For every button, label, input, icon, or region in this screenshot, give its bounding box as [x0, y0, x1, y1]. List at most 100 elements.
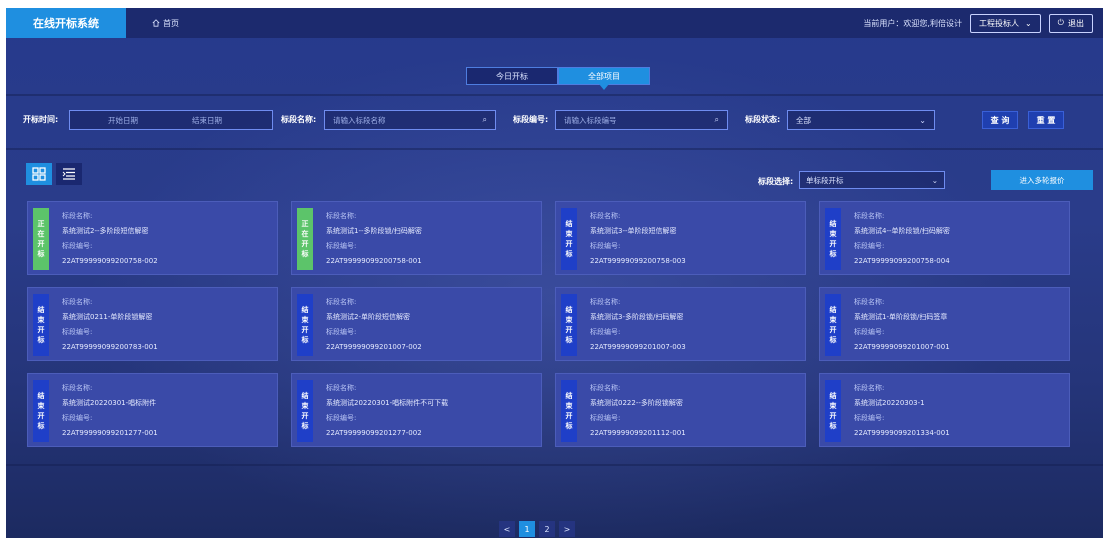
section-card[interactable]: 结 束 开 标 标段名称: 系统测试1-单阶段锁/扫码签章 标段编号: 22AT9999… [819, 287, 1070, 361]
end-date-field[interactable]: 结束日期 [192, 115, 222, 126]
view-toggle [26, 163, 82, 185]
section-name-label: 标段名称: [590, 384, 621, 392]
section-code-label: 标段编号: [590, 414, 621, 422]
section-name-value: 系统测试20220301-唱标附件不可下载 [326, 399, 449, 407]
current-user-text: 当前用户：欢迎您,利倍设计 [863, 18, 962, 28]
reset-button[interactable]: 重 置 [1028, 111, 1064, 129]
prev-page-button[interactable]: < [499, 521, 515, 537]
section-select-label: 标段选择: [758, 177, 794, 186]
section-card[interactable]: 结 束 开 标 标段名称: 系统测试3--单阶段短信解密 标段编号: 22AT99999… [555, 201, 806, 275]
section-code-label: 标段编号: [854, 328, 885, 336]
section-status-label: 标段状态: [745, 115, 781, 124]
section-code-value: 22AT99999099201334-001 [854, 429, 950, 437]
grid-view-button[interactable] [26, 163, 52, 185]
status-badge: 正 在 开 标 [297, 208, 313, 270]
chevron-down-icon: ⌄ [1024, 18, 1032, 28]
tab-today-opening[interactable]: 今日开标 [466, 67, 558, 85]
section-code-placeholder: 请输入标段编号 [564, 115, 617, 125]
section-code-label: 标段编号: [62, 414, 93, 422]
card-details: 标段名称: 系统测试1-单阶段锁/扫码签章 标段编号: 22AT99999099201… [854, 295, 950, 355]
section-mode-select[interactable]: 单标段开标 ⌄ [799, 171, 945, 189]
section-code-label: 标段编号: [62, 328, 93, 336]
query-button[interactable]: 查 询 [982, 111, 1018, 129]
section-card[interactable]: 正 在 开 标 标段名称: 系统测试2--多阶段短信解密 标段编号: 22AT99999… [27, 201, 278, 275]
section-name-value: 系统测试1-单阶段锁/扫码签章 [854, 313, 948, 321]
section-code-value: 22AT99999099201007-002 [326, 343, 422, 351]
search-icon[interactable]: ⌕ [483, 115, 487, 125]
list-icon [62, 168, 75, 180]
section-name-value: 系统测试0211-单阶段锁解密 [62, 313, 153, 321]
background-decor [6, 148, 1103, 150]
logout-button[interactable]: ⏻ 退出 [1048, 13, 1093, 33]
section-code-label: 标段编号: [326, 242, 357, 250]
search-icon[interactable]: ⌕ [715, 115, 719, 125]
section-name-label: 标段名称: [62, 384, 93, 392]
section-code-label: 标段编号: [590, 328, 621, 336]
section-name-label: 标段名称: [326, 298, 357, 306]
section-code-value: 22AT99999099201007-001 [854, 343, 950, 351]
status-badge: 结 束 开 标 [825, 294, 841, 356]
chevron-down-icon: ⌄ [919, 115, 926, 125]
tab-all-projects[interactable]: 全部项目 [558, 67, 650, 90]
enter-multi-round-quote-button[interactable]: 进入多轮报价 [991, 170, 1093, 190]
status-badge: 结 束 开 标 [561, 380, 577, 442]
section-name-label: 标段名称: [62, 212, 93, 220]
section-card[interactable]: 结 束 开 标 标段名称: 系统测试20220301-唱标附件 标段编号: 22AT99… [27, 373, 278, 447]
section-card[interactable]: 结 束 开 标 标段名称: 系统测试2-单阶段短信解密 标段编号: 22AT999990… [291, 287, 542, 361]
section-name-label: 标段名称: [326, 212, 357, 220]
background-decor [6, 464, 1103, 466]
home-icon [152, 19, 160, 27]
home-link[interactable]: 首页 [152, 18, 179, 29]
page-2-button[interactable]: 2 [539, 521, 555, 537]
section-name-input[interactable]: 请输入标段名称 ⌕ [324, 110, 496, 130]
section-mode-value: 单标段开标 [806, 175, 844, 185]
date-range-input[interactable]: 开始日期 结束日期 [69, 110, 273, 130]
card-details: 标段名称: 系统测试2-单阶段短信解密 标段编号: 22AT9999909920100… [326, 295, 422, 355]
section-code-label: 标段编号: [326, 328, 357, 336]
card-details: 标段名称: 系统测试20220303-1 标段编号: 22AT999990992013… [854, 381, 950, 441]
status-badge: 结 束 开 标 [297, 380, 313, 442]
next-page-button[interactable]: > [559, 521, 575, 537]
section-name-label: 标段名称: [62, 298, 93, 306]
card-details: 标段名称: 系统测试3--单阶段短信解密 标段编号: 22AT999990992007… [590, 209, 686, 269]
chevron-down-icon: ⌄ [931, 175, 938, 185]
status-badge: 结 束 开 标 [825, 380, 841, 442]
section-name-label: 标段名称: [854, 212, 885, 220]
section-name-value: 系统测试4--单阶段锁/扫码解密 [854, 227, 950, 235]
section-name-value: 系统测试20220301-唱标附件 [62, 399, 157, 407]
section-name-label: 标段名称: [590, 298, 621, 306]
role-label: 工程投标人 [978, 18, 1019, 28]
section-card[interactable]: 正 在 开 标 标段名称: 系统测试1--多阶段锁/扫码解密 标段编号: 22AT999… [291, 201, 542, 275]
status-badge: 结 束 开 标 [297, 294, 313, 356]
section-card[interactable]: 结 束 开 标 标段名称: 系统测试20220301-唱标附件不可下载 标段编号: 22… [291, 373, 542, 447]
card-details: 标段名称: 系统测试2--多阶段短信解密 标段编号: 22AT999990992007… [62, 209, 158, 269]
card-details: 标段名称: 系统测试3-多阶段锁/扫码解密 标段编号: 22AT99999099201… [590, 295, 686, 355]
logout-icon: ⏻ [1057, 18, 1064, 27]
section-name-value: 系统测试2--多阶段短信解密 [62, 227, 149, 235]
section-status-select[interactable]: 全部 ⌄ [787, 110, 935, 130]
section-card[interactable]: 结 束 开 标 标段名称: 系统测试20220303-1 标段编号: 22AT99999… [819, 373, 1070, 447]
start-date-field[interactable]: 开始日期 [108, 115, 138, 126]
status-badge: 结 束 开 标 [561, 208, 577, 270]
section-card[interactable]: 结 束 开 标 标段名称: 系统测试3-多阶段锁/扫码解密 标段编号: 22AT9999… [555, 287, 806, 361]
page-1-button[interactable]: 1 [519, 521, 535, 537]
section-card[interactable]: 结 束 开 标 标段名称: 系统测试0211-单阶段锁解密 标段编号: 22AT9999… [27, 287, 278, 361]
app-title: 在线开标系统 [6, 8, 126, 38]
list-view-button[interactable] [56, 163, 82, 185]
status-badge: 正 在 开 标 [33, 208, 49, 270]
pagination: < 1 2 > [499, 521, 575, 537]
section-name-value: 系统测试3-多阶段锁/扫码解密 [590, 313, 684, 321]
section-card[interactable]: 结 束 开 标 标段名称: 系统测试0222--多阶段锁解密 标段编号: 22AT999… [555, 373, 806, 447]
app-frame: 在线开标系统 首页 当前用户：欢迎您,利倍设计 工程投标人 ⌄ ⏻ 退出 今日开… [6, 8, 1103, 538]
section-card[interactable]: 结 束 开 标 标段名称: 系统测试4--单阶段锁/扫码解密 标段编号: 22AT999… [819, 201, 1070, 275]
section-code-value: 22AT99999099201277-002 [326, 429, 422, 437]
section-code-value: 22AT99999099200758-003 [590, 257, 686, 265]
card-details: 标段名称: 系统测试0222--多阶段锁解密 标段编号: 22AT9999909920… [590, 381, 686, 441]
role-dropdown[interactable]: 工程投标人 ⌄ [969, 13, 1041, 33]
home-link-label: 首页 [163, 18, 179, 28]
section-code-input[interactable]: 请输入标段编号 ⌕ [555, 110, 728, 130]
grid-icon [32, 167, 46, 181]
section-status-value: 全部 [796, 115, 811, 125]
section-name-value: 系统测试2-单阶段短信解密 [326, 313, 410, 321]
logout-label: 退出 [1068, 18, 1084, 28]
